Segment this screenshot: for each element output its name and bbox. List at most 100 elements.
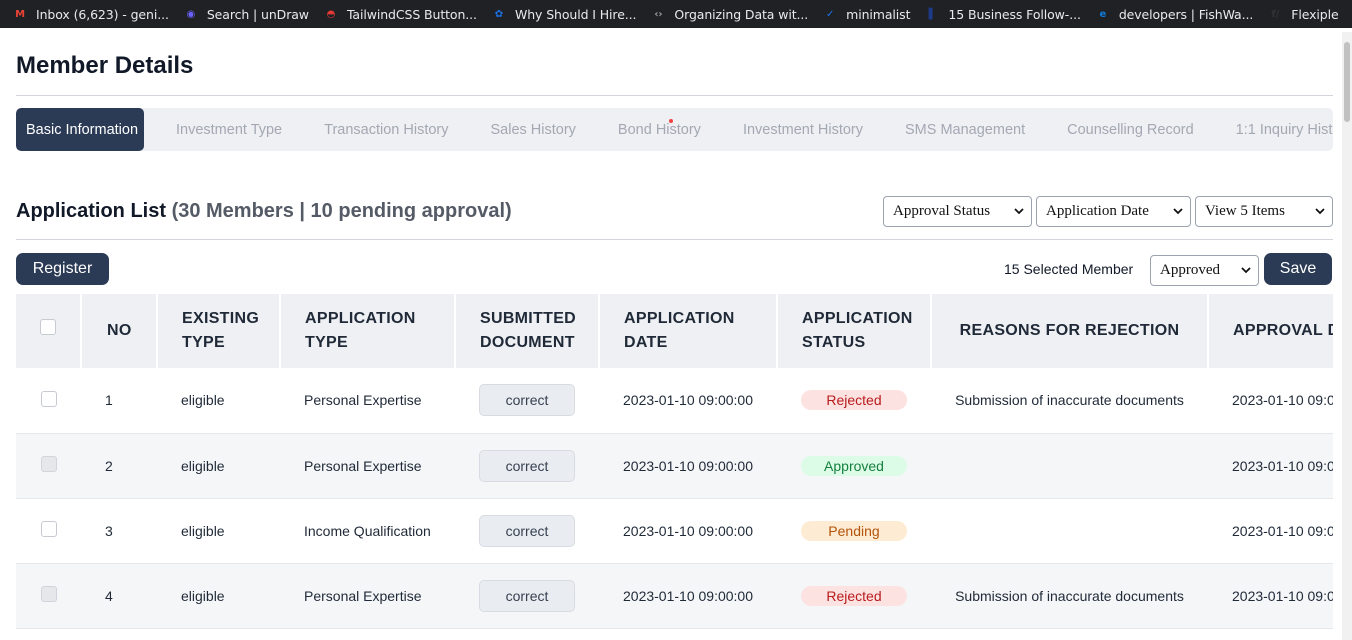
cell-application-type: Income Qualification [280, 498, 455, 564]
view-items-select[interactable]: View 5 Items [1195, 196, 1333, 227]
tab-basic-information[interactable]: Basic Information [16, 108, 144, 151]
bookmark-item[interactable]: ✓ minimalist [822, 0, 910, 28]
header-line: TYPE [305, 334, 348, 351]
bookmark-item[interactable]: ✿ Why Should I Hire... [491, 0, 637, 28]
tab-label: Sales History [490, 121, 576, 138]
bookmark-label: Inbox (6,623) - geni... [36, 6, 169, 22]
bookmark-label: TailwindCSS Button... [346, 6, 477, 22]
bookmark-label: minimalist [846, 6, 911, 22]
chevron-down-icon [1241, 267, 1251, 274]
header-line: APPLICATION [305, 310, 416, 327]
bookmark-label: 15 Business Follow-... [948, 6, 1081, 22]
row-checkbox[interactable] [40, 586, 57, 602]
tab-label: Investment History [742, 121, 864, 138]
save-button[interactable]: Save [1264, 253, 1332, 285]
approval-status-select[interactable]: Approval Status [883, 196, 1032, 227]
chevron-down-icon [1173, 208, 1183, 215]
cell-rejection-reason [931, 498, 1208, 564]
tab-label: SMS Management [905, 121, 1026, 138]
page-title: Member Details [16, 52, 194, 79]
tab-sales-history[interactable]: Sales History [491, 108, 576, 151]
bookmark-item[interactable]: M Inbox (6,623) - geni... [12, 0, 169, 28]
header-line: SUBMITTED [480, 310, 577, 327]
document-button[interactable]: correct [479, 449, 575, 482]
select-all-checkbox[interactable] [40, 319, 56, 335]
cell-rejection-reason [931, 433, 1208, 499]
cell-application-status: Pending [777, 498, 931, 564]
header-application-type: APPLICATION TYPE [280, 294, 456, 368]
bookmark-label: Flexiple [1291, 6, 1339, 22]
bookmark-item[interactable]: f/Flexiple [1267, 0, 1338, 28]
member-tabs: Basic Information Investment Type Transa… [16, 108, 1333, 151]
header-approval-date: APPROVAL DATE [1208, 294, 1333, 368]
row-select-cell [16, 498, 81, 564]
tab-investment-history[interactable]: Investment History [743, 108, 863, 151]
row-checkbox[interactable] [40, 456, 57, 472]
cell-rejection-reason: Submission of inaccurate documents [931, 563, 1208, 629]
select-all-cell [16, 294, 82, 368]
cell-no: 2 [81, 433, 157, 499]
header-line: TYPE [182, 334, 225, 351]
bookmark-label: Organizing Data wit... [674, 6, 809, 22]
tab-sms-management[interactable]: SMS Management [905, 108, 1025, 151]
bulk-status-select[interactable]: Approved [1150, 255, 1259, 286]
header-line: DATE [624, 334, 668, 351]
document-button[interactable]: correct [479, 384, 575, 417]
bookmark-item[interactable]: e developers | FishWa... [1095, 0, 1253, 28]
tab-label: Investment Type [176, 121, 283, 138]
header-line: APPLICATION [802, 310, 913, 327]
cell-document: correct [455, 498, 599, 564]
tab-investment-type[interactable]: Investment Type [176, 108, 282, 151]
scrollbar-thumb[interactable] [1344, 42, 1350, 122]
header-existing-type: EXISTING TYPE [157, 294, 281, 368]
tab-bond-history[interactable]: Bond History [618, 108, 701, 151]
tab-inquiry-history[interactable]: 1:1 Inquiry History [1236, 108, 1333, 151]
bookmarks-bar: M Inbox (6,623) - geni... ◉ Search | unDraw… [0, 0, 1352, 28]
bookmark-item[interactable]: ◉ Search | unDraw [183, 0, 310, 28]
document-button[interactable]: correct [479, 579, 575, 612]
bookmark-item[interactable]: ‹› Organizing Data wit... [650, 0, 808, 28]
bookmark-label: Why Should I Hire... [514, 6, 637, 22]
tab-transaction-history[interactable]: Transaction History [324, 108, 448, 151]
row-checkbox[interactable] [40, 521, 57, 537]
table-header-row: NO EXISTING TYPE APPLICATION TYPE SUBMITTE… [16, 294, 1333, 368]
section-title-text: Application List [16, 200, 166, 222]
cell-application-type: Personal Expertise [280, 433, 455, 499]
table-row[interactable]: 2 eligible Personal Expertise correct 2023-0… [16, 433, 1333, 499]
tab-label: Counselling Record [1067, 121, 1194, 138]
cell-existing-type: eligible [157, 498, 280, 564]
application-date-select[interactable]: Application Date [1036, 196, 1191, 227]
cell-application-date: 2023-01-10 09:00:00 [599, 563, 777, 629]
application-table: NO EXISTING TYPE APPLICATION TYPE SUBMITTE… [16, 294, 1333, 640]
doc-icon: ✿ [494, 8, 504, 20]
check-icon: ✓ [826, 8, 835, 20]
header-line: EXISTING [182, 310, 260, 327]
tab-label: Bond History [617, 121, 701, 138]
status-badge: Pending [801, 520, 907, 541]
table-row[interactable]: 3 eligible Income Qualification correct 2023… [16, 498, 1333, 564]
section-divider [16, 239, 1333, 240]
header-application-status: APPLICATION STATUS [777, 294, 932, 368]
flexiple-icon: f/ [1271, 8, 1280, 20]
status-badge: Rejected [801, 390, 907, 411]
table-row[interactable]: 4 eligible Personal Expertise correct 2023-0… [16, 563, 1333, 629]
bookmark-item[interactable]: ◓ TailwindCSS Button... [323, 0, 477, 28]
code-icon: ‹› [654, 8, 663, 20]
cell-application-status: Rejected [777, 563, 931, 629]
cell-existing-type: eligible [157, 563, 280, 629]
header-no: NO [81, 294, 158, 368]
cell-application-date: 2023-01-10 09:00:00 [599, 498, 777, 564]
cell-approval-date: 2023-01-10 09:00:00 [1208, 433, 1333, 499]
gmail-icon: M [15, 8, 25, 20]
table-row[interactable]: 1 eligible Personal Expertise correct 2023-0… [16, 368, 1333, 434]
cell-existing-type: eligible [157, 433, 280, 499]
document-button[interactable]: correct [479, 514, 575, 547]
register-button[interactable]: Register [16, 253, 109, 285]
tab-counselling-record[interactable]: Counselling Record [1067, 108, 1194, 151]
tab-label: Transaction History [324, 121, 449, 138]
page-scrollbar[interactable] [1342, 32, 1352, 640]
header-application-date: APPLICATION DATE [599, 294, 778, 368]
row-checkbox[interactable] [40, 390, 57, 407]
row-select-cell [16, 433, 81, 499]
bookmark-item[interactable]: ▌ 15 Business Follow-... [924, 0, 1081, 28]
